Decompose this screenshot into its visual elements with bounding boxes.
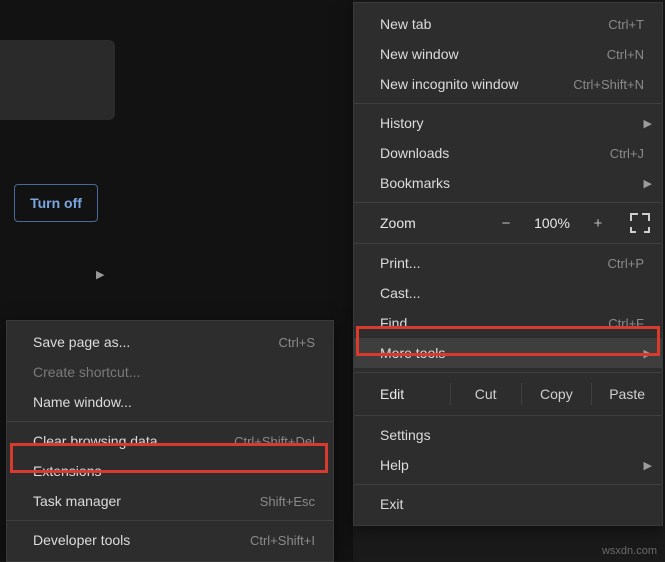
- menu-item-settings[interactable]: Settings: [354, 420, 662, 450]
- menu-shortcut: Ctrl+T: [608, 17, 644, 32]
- chevron-right-icon: ▶: [644, 117, 652, 130]
- menu-item-print[interactable]: Print... Ctrl+P: [354, 248, 662, 278]
- menu-label: Help: [380, 457, 409, 473]
- menu-item-bookmarks[interactable]: Bookmarks ▶: [354, 168, 662, 198]
- menu-item-create-shortcut: Create shortcut...: [7, 357, 333, 387]
- menu-item-exit[interactable]: Exit: [354, 489, 662, 519]
- menu-item-history[interactable]: History ▶: [354, 108, 662, 138]
- separator: [354, 103, 662, 104]
- menu-label: New window: [380, 46, 459, 62]
- turn-off-button[interactable]: Turn off: [14, 184, 98, 222]
- menu-label: Cast...: [380, 285, 420, 301]
- menu-label: Create shortcut...: [33, 364, 140, 380]
- chevron-right-icon: ▶: [644, 347, 652, 360]
- menu-shortcut: Ctrl+F: [608, 316, 644, 331]
- background-panel: [0, 40, 115, 120]
- menu-label: Extensions: [33, 463, 101, 479]
- menu-shortcut: Ctrl+Shift+N: [573, 77, 644, 92]
- menu-item-downloads[interactable]: Downloads Ctrl+J: [354, 138, 662, 168]
- separator: [7, 421, 333, 422]
- menu-item-developer-tools[interactable]: Developer tools Ctrl+Shift+I: [7, 525, 333, 555]
- zoom-value: 100%: [530, 215, 574, 231]
- menu-item-new-window[interactable]: New window Ctrl+N: [354, 39, 662, 69]
- chevron-right-icon: ▶: [96, 268, 104, 281]
- menu-item-help[interactable]: Help ▶: [354, 450, 662, 480]
- menu-label: New incognito window: [380, 76, 519, 92]
- separator: [354, 484, 662, 485]
- menu-item-cast[interactable]: Cast...: [354, 278, 662, 308]
- edit-label: Edit: [380, 386, 450, 402]
- menu-label: New tab: [380, 16, 431, 32]
- menu-item-extensions[interactable]: Extensions: [7, 456, 333, 486]
- separator: [7, 520, 333, 521]
- menu-label: Clear browsing data...: [33, 433, 169, 449]
- menu-label: Task manager: [33, 493, 121, 509]
- menu-shortcut: Ctrl+Shift+I: [250, 533, 315, 548]
- menu-label: Settings: [380, 427, 431, 443]
- fullscreen-icon[interactable]: [630, 213, 650, 233]
- watermark-text: wsxdn.com: [602, 545, 657, 557]
- menu-shortcut: Ctrl+Shift+Del: [234, 434, 315, 449]
- menu-item-new-tab[interactable]: New tab Ctrl+T: [354, 9, 662, 39]
- separator: [354, 415, 662, 416]
- paste-button[interactable]: Paste: [591, 383, 662, 405]
- menu-label: History: [380, 115, 424, 131]
- copy-button[interactable]: Copy: [521, 383, 592, 405]
- menu-item-more-tools[interactable]: More tools ▶: [354, 338, 662, 368]
- menu-shortcut: Shift+Esc: [260, 494, 315, 509]
- menu-label: Bookmarks: [380, 175, 450, 191]
- menu-item-new-incognito[interactable]: New incognito window Ctrl+Shift+N: [354, 69, 662, 99]
- menu-shortcut: Ctrl+P: [608, 256, 644, 271]
- separator: [354, 372, 662, 373]
- cut-button[interactable]: Cut: [450, 383, 521, 405]
- chrome-main-menu: New tab Ctrl+T New window Ctrl+N New inc…: [353, 2, 663, 526]
- menu-shortcut: Ctrl+J: [610, 146, 644, 161]
- menu-label: Downloads: [380, 145, 449, 161]
- zoom-out-button[interactable]: −: [492, 215, 520, 232]
- menu-item-save-page[interactable]: Save page as... Ctrl+S: [7, 327, 333, 357]
- menu-item-edit: Edit Cut Copy Paste: [354, 377, 662, 411]
- zoom-label: Zoom: [380, 215, 482, 231]
- separator: [354, 202, 662, 203]
- menu-item-zoom: Zoom − 100% +: [354, 207, 662, 239]
- menu-label: Developer tools: [33, 532, 130, 548]
- menu-shortcut: Ctrl+N: [607, 47, 644, 62]
- menu-item-clear-browsing-data[interactable]: Clear browsing data... Ctrl+Shift+Del: [7, 426, 333, 456]
- menu-label: More tools: [380, 345, 445, 361]
- menu-label: Print...: [380, 255, 420, 271]
- more-tools-submenu: Save page as... Ctrl+S Create shortcut..…: [6, 320, 334, 562]
- menu-label: Find...: [380, 315, 419, 331]
- menu-label: Name window...: [33, 394, 132, 410]
- menu-item-task-manager[interactable]: Task manager Shift+Esc: [7, 486, 333, 516]
- menu-item-name-window[interactable]: Name window...: [7, 387, 333, 417]
- menu-label: Exit: [380, 496, 403, 512]
- chevron-right-icon: ▶: [644, 177, 652, 190]
- zoom-in-button[interactable]: +: [584, 215, 612, 232]
- menu-label: Save page as...: [33, 334, 130, 350]
- separator: [354, 243, 662, 244]
- menu-shortcut: Ctrl+S: [279, 335, 315, 350]
- menu-item-find[interactable]: Find... Ctrl+F: [354, 308, 662, 338]
- chevron-right-icon: ▶: [644, 459, 652, 472]
